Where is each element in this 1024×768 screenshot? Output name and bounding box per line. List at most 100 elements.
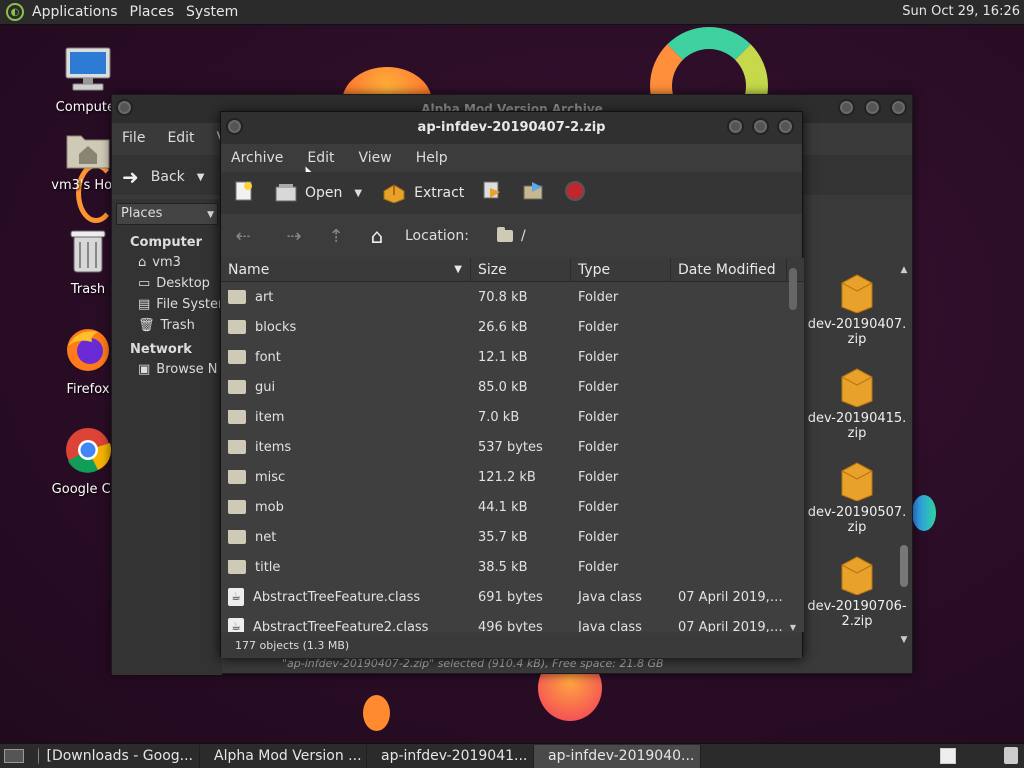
cell-type: Java class <box>578 589 642 605</box>
taskbar-button[interactable]: [Downloads - Goog... <box>32 744 200 768</box>
scroll-thumb[interactable] <box>789 268 797 310</box>
close-button[interactable] <box>890 99 907 116</box>
home-icon[interactable]: ⌂ <box>357 224 397 248</box>
scroll-up-arrow[interactable]: ▲ <box>898 265 910 275</box>
table-row[interactable]: item 7.0 kB Folder <box>221 402 804 432</box>
up-arrow-icon[interactable]: ⇡ <box>316 226 356 247</box>
folder-icon <box>228 559 246 574</box>
column-header-size[interactable]: Size <box>471 258 571 281</box>
open-dropdown-icon[interactable]: ▼ <box>354 188 362 199</box>
table-row[interactable]: title 38.5 kB Folder <box>221 552 804 582</box>
taskbar-button[interactable]: ap-infdev-2019040... <box>534 744 701 768</box>
taskbar-label: Alpha Mod Version ... <box>214 748 362 764</box>
file-grid-scrollbar[interactable]: ▲ ▼ <box>898 265 910 645</box>
maximize-button[interactable] <box>752 118 769 135</box>
workspace-switcher[interactable] <box>940 748 956 764</box>
file-name: art <box>255 289 274 305</box>
cell-type: Folder <box>578 529 619 545</box>
clock[interactable]: Sun Oct 29, 16:26 <box>902 4 1020 19</box>
sidebar-item-trash[interactable]: 🗑 Trash <box>112 315 222 336</box>
table-row[interactable]: ☕ AbstractTreeFeature2.class 496 bytes Java… <box>221 612 804 632</box>
sidebar-item-browse-network[interactable]: ▣ Browse N <box>112 359 222 380</box>
gnome-foot-icon[interactable]: ◐ <box>6 3 24 21</box>
menu-archive[interactable]: Archive <box>231 145 283 171</box>
extract-button[interactable]: Extract <box>382 183 464 203</box>
cell-size: 35.7 kB <box>478 529 528 545</box>
sidebar-item-vm3[interactable]: ⌂ vm3 <box>112 252 222 273</box>
add-folder-button[interactable] <box>522 180 546 206</box>
scroll-down-arrow[interactable]: ▼ <box>788 623 798 632</box>
file-item[interactable]: dev-20190507. zip <box>802 461 912 535</box>
scroll-thumb[interactable] <box>900 545 908 587</box>
places-dropdown[interactable]: Places ▼ <box>116 203 218 225</box>
window-menu-button[interactable] <box>116 99 133 116</box>
applications-menu[interactable]: Applications <box>32 4 118 20</box>
cell-size: 537 bytes <box>478 439 543 455</box>
column-header-date[interactable]: Date Modified <box>671 258 787 281</box>
close-button[interactable] <box>777 118 794 135</box>
file-name: misc <box>255 469 286 485</box>
file-item[interactable]: dev-20190407. zip <box>802 273 912 347</box>
cell-type: Folder <box>578 559 619 575</box>
table-row[interactable]: net 35.7 kB Folder <box>221 522 804 552</box>
maximize-button[interactable] <box>864 99 881 116</box>
table-row[interactable]: font 12.1 kB Folder <box>221 342 804 372</box>
trash-applet-icon[interactable] <box>1004 747 1018 764</box>
folder-icon <box>228 319 246 334</box>
back-arrow-icon[interactable]: ⇠ <box>223 226 263 247</box>
table-row[interactable]: blocks 26.6 kB Folder <box>221 312 804 342</box>
table-row[interactable]: mob 44.1 kB Folder <box>221 492 804 522</box>
cell-name: ☕ AbstractTreeFeature.class <box>221 588 471 606</box>
cell-name: ☕ AbstractTreeFeature2.class <box>221 618 471 632</box>
menu-help[interactable]: Help <box>416 145 448 171</box>
location-field[interactable]: / <box>496 227 526 244</box>
taskbar-button[interactable]: ap-infdev-2019041... <box>367 744 534 768</box>
open-button[interactable]: Open <box>275 183 342 203</box>
table-row[interactable]: misc 121.2 kB Folder <box>221 462 804 492</box>
archive-status: 177 objects (1.3 MB) <box>221 634 802 658</box>
column-header-type[interactable]: Type <box>571 258 671 281</box>
zip-archive-icon <box>841 462 873 502</box>
table-row[interactable]: gui 85.0 kB Folder <box>221 372 804 402</box>
task-list: [Downloads - Goog... Alpha Mod Version ..… <box>32 744 701 768</box>
add-files-button[interactable] <box>482 180 506 206</box>
list-scrollbar[interactable]: ▼ <box>788 258 798 632</box>
menu-view[interactable]: View <box>359 145 392 171</box>
archive-title[interactable]: ap-infdev-20190407-2.zip <box>221 112 802 144</box>
archive-file-list: Name ▼ Size Type Date Modified art 70.8 k… <box>221 258 804 632</box>
minimize-button[interactable] <box>838 99 855 116</box>
back-arrow-icon: ➜ <box>122 165 139 189</box>
file-item[interactable]: dev-20190706- 2.zip <box>802 555 912 629</box>
table-row[interactable]: art 70.8 kB Folder <box>221 282 804 312</box>
menu-edit[interactable]: Edit <box>167 125 194 151</box>
minimize-button[interactable] <box>727 118 744 135</box>
trash-small-icon: 🗑 <box>138 318 155 333</box>
file-manager-menubar: File Edit Vi <box>112 125 230 151</box>
system-menu[interactable]: System <box>186 4 238 20</box>
trash-icon <box>70 230 106 273</box>
chevron-down-icon: ▼ <box>196 171 205 183</box>
sidebar-item-filesystem[interactable]: ▤ File Syster <box>112 294 222 315</box>
archive-manager-window[interactable]: ap-infdev-20190407-2.zip Archive Edit Vi… <box>220 111 804 658</box>
file-name: item <box>255 409 285 425</box>
file-item[interactable]: dev-20190415. zip <box>802 367 912 441</box>
forward-arrow-icon[interactable]: ⇢ <box>274 226 314 247</box>
window-menu-button[interactable] <box>226 118 243 135</box>
file-name: blocks <box>255 319 297 335</box>
table-row[interactable]: items 537 bytes Folder <box>221 432 804 462</box>
menu-file[interactable]: File <box>122 125 145 151</box>
cell-type: Folder <box>578 439 619 455</box>
stop-button[interactable] <box>564 180 586 206</box>
column-header-name[interactable]: Name ▼ <box>221 258 471 281</box>
add-folder-icon <box>523 182 543 200</box>
cell-size: 121.2 kB <box>478 469 536 485</box>
table-row[interactable]: ☕ AbstractTreeFeature.class 691 bytes Java … <box>221 582 804 612</box>
show-desktop-icon[interactable] <box>4 749 24 763</box>
sidebar-item-desktop[interactable]: ▭ Desktop <box>112 273 222 294</box>
file-grid: dev-20190407. zip dev-20190415. zip dev-… <box>802 233 912 653</box>
places-menu[interactable]: Places <box>130 4 175 20</box>
taskbar-button[interactable]: Alpha Mod Version ... <box>200 744 367 768</box>
back-button[interactable]: ➜ Back ▼ <box>122 165 204 189</box>
scroll-down-arrow[interactable]: ▼ <box>898 635 910 645</box>
new-archive-button[interactable] <box>233 180 255 206</box>
